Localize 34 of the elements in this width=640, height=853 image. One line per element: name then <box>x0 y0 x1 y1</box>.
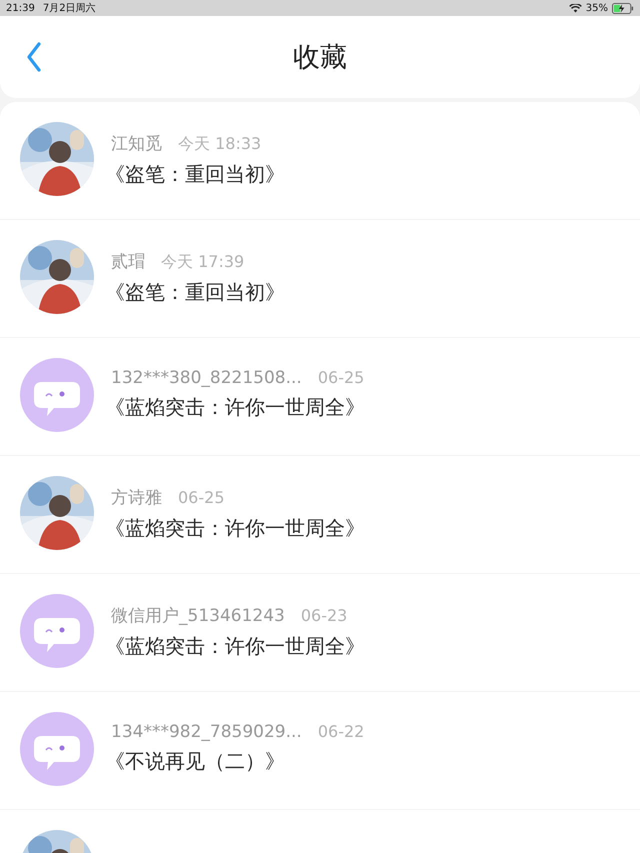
favorite-item[interactable]: 132***380_8221508... 06-25 《蓝焰突击：许你一世周全》 <box>0 338 640 456</box>
chat-bubble-icon <box>20 594 94 668</box>
chat-bubble-icon <box>20 712 94 786</box>
user-name: 132***380_8221508... <box>111 368 302 388</box>
timestamp: 06-22 <box>318 722 364 741</box>
favorite-item[interactable]: 江知觅 今天 18:33 《盗笔：重回当初》 <box>0 102 640 220</box>
battery-percent: 35% <box>586 2 608 14</box>
book-title: 《蓝焰突击：许你一世周全》 <box>105 633 365 660</box>
favorite-item[interactable]: 贰瑁 今天 17:39 《盗笔：重回当初》 <box>0 220 640 338</box>
user-name: 134***982_7859029... <box>111 722 302 742</box>
status-time: 21:39 <box>6 2 35 14</box>
user-name: 微信用户_513461243 <box>111 605 285 627</box>
book-title: 《盗笔：重回当初》 <box>105 161 285 188</box>
user-name: 贰瑁 <box>111 251 145 273</box>
book-title: 《蓝焰突击：许你一世周全》 <box>105 515 365 542</box>
page-title: 收藏 <box>293 41 347 75</box>
favorite-item[interactable]: 134***982_7859029... 06-22 《不说再见（二）》 <box>0 692 640 810</box>
book-title: 《不说再见（二）》 <box>105 748 286 775</box>
timestamp: 今天 18:33 <box>178 134 262 155</box>
timestamp: 06-25 <box>178 488 224 507</box>
wifi-icon <box>568 4 582 12</box>
book-title: 《盗笔：重回当初》 <box>105 279 285 306</box>
favorite-item[interactable]: 方诗雅 06-25 《蓝焰突击：许你一世周全》 <box>0 456 640 574</box>
chat-bubble-icon <box>20 358 94 432</box>
user-name: 江知觅 <box>111 133 162 155</box>
timestamp: 06-25 <box>318 368 364 387</box>
favorite-item[interactable]: 微信用户_513461243 06-23 《蓝焰突击：许你一世周全》 <box>0 574 640 692</box>
timestamp: 06-23 <box>300 606 348 625</box>
book-title: 《蓝焰突击：许你一世周全》 <box>105 394 365 421</box>
user-name: 方诗雅 <box>111 487 162 509</box>
battery-icon <box>612 2 634 14</box>
status-date: 7月2日周六 <box>42 2 96 15</box>
timestamp: 今天 17:39 <box>161 252 244 273</box>
back-icon[interactable] <box>26 42 42 72</box>
